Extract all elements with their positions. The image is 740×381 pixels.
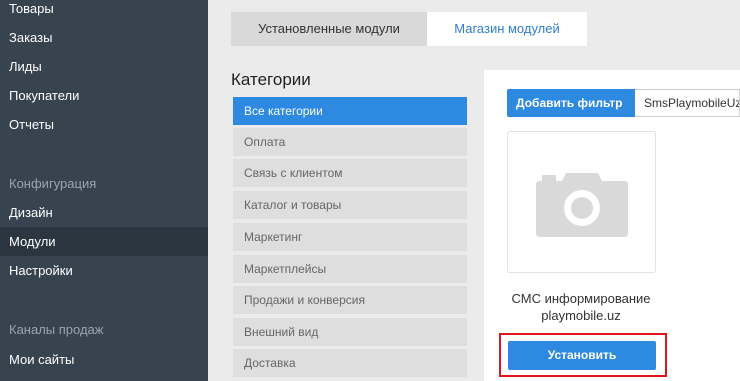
module-card[interactable] bbox=[507, 131, 656, 273]
category-marketplaces[interactable]: Маркетплейсы bbox=[233, 255, 467, 283]
sidebar-item-my-sites[interactable]: Мои сайты bbox=[0, 345, 208, 374]
sidebar-item-customers[interactable]: Покупатели bbox=[0, 81, 208, 110]
module-name-line2: playmobile.uz bbox=[541, 308, 621, 323]
install-button[interactable]: Установить bbox=[508, 341, 656, 370]
sidebar-section-config: Конфигурация bbox=[9, 176, 97, 191]
category-marketing[interactable]: Маркетинг bbox=[233, 223, 467, 251]
category-delivery[interactable]: Доставка bbox=[233, 349, 467, 377]
tab-module-store[interactable]: Магазин модулей bbox=[427, 12, 587, 46]
module-name: СМС информирование playmobile.uz bbox=[496, 290, 666, 324]
camera-icon bbox=[536, 173, 628, 237]
tab-installed-modules[interactable]: Установленные модули bbox=[231, 12, 427, 46]
sidebar-item-settings[interactable]: Настройки bbox=[0, 256, 208, 285]
sidebar-item-modules[interactable]: Модули bbox=[0, 227, 208, 256]
sidebar-item-design[interactable]: Дизайн bbox=[0, 198, 208, 227]
add-filter-button[interactable]: Добавить фильтр bbox=[507, 89, 635, 134]
module-name-line1: СМС информирование bbox=[511, 291, 651, 306]
sidebar: Товары Заказы Лиды Покупатели Отчеты Кон… bbox=[0, 0, 208, 381]
sidebar-item-orders[interactable]: Заказы bbox=[0, 23, 208, 52]
sidebar-section-channels: Каналы продаж bbox=[9, 322, 104, 337]
category-catalog[interactable]: Каталог и товары bbox=[233, 191, 467, 219]
category-customer-contact[interactable]: Связь с клиентом bbox=[233, 159, 467, 187]
category-sales-conversion[interactable]: Продажи и конверсия bbox=[233, 286, 467, 314]
sidebar-item-leads[interactable]: Лиды bbox=[0, 52, 208, 81]
sidebar-item-products[interactable]: Товары bbox=[0, 0, 208, 23]
sidebar-item-reports[interactable]: Отчеты bbox=[0, 110, 208, 139]
filter-input[interactable] bbox=[635, 89, 740, 117]
categories-title: Категории bbox=[231, 70, 311, 89]
category-all[interactable]: Все категории bbox=[233, 97, 467, 125]
category-payment[interactable]: Оплата bbox=[233, 128, 467, 156]
add-filter-label: Добавить фильтр bbox=[516, 96, 623, 110]
category-appearance[interactable]: Внешний вид bbox=[233, 318, 467, 346]
